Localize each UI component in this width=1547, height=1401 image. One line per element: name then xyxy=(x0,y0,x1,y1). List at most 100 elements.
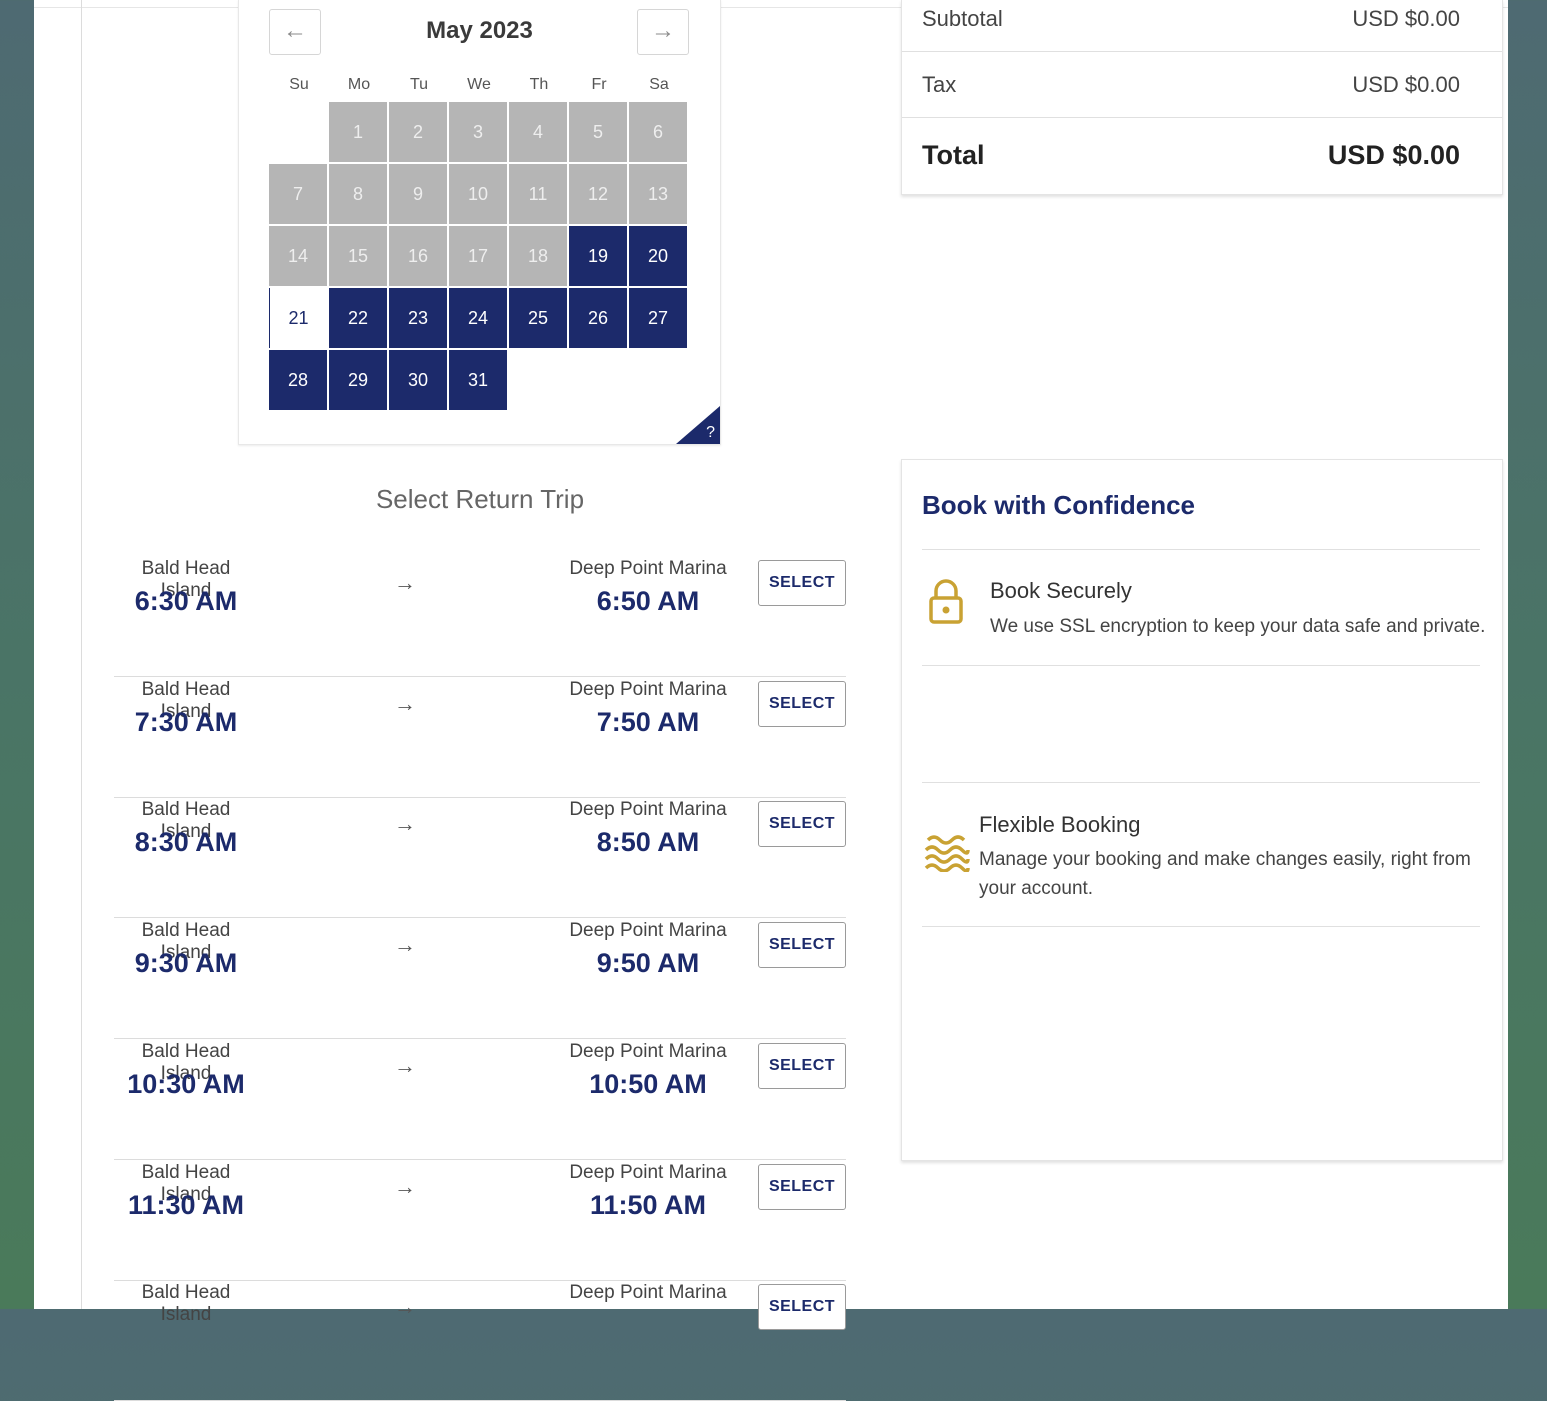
calendar-day[interactable]: 21 xyxy=(269,288,327,348)
arrival-time: 10:50 AM xyxy=(589,1068,707,1099)
arrival-time: 11:50 AM xyxy=(589,1189,707,1220)
calendar-day: 3 xyxy=(449,102,507,162)
calendar-day: 2 xyxy=(389,102,447,162)
weekday-header: Fr xyxy=(591,76,607,93)
next-month-button[interactable]: → xyxy=(637,9,689,55)
return-trip-title: Select Return Trip xyxy=(375,484,585,514)
departure-time: 9:30 AM xyxy=(134,948,238,979)
select-trip-button[interactable]: SELECT xyxy=(758,801,846,848)
weekday-header: Mo xyxy=(347,76,371,93)
calendar-day[interactable]: 29 xyxy=(329,350,387,410)
calendar-day[interactable]: 31 xyxy=(449,350,507,410)
weekday-header: Tu xyxy=(409,76,429,93)
subtotal-value: USD $0.00 xyxy=(1352,6,1460,31)
calendar-day[interactable]: 30 xyxy=(389,350,447,410)
tax-value: USD $0.00 xyxy=(1352,72,1460,97)
weekday-header: Su xyxy=(289,76,309,93)
calendar-day[interactable]: 25 xyxy=(509,288,567,348)
calendar-day: 1 xyxy=(329,102,387,162)
divider xyxy=(922,926,1480,927)
arrow-right-icon: → xyxy=(394,1294,416,1320)
calendar-day[interactable]: 23 xyxy=(389,288,447,348)
total-value: USD $0.00 xyxy=(1327,140,1460,170)
destination-name: Deep Point Marina xyxy=(569,1161,727,1183)
departure-time: 6:30 AM xyxy=(134,586,238,616)
trip-row: Bald Head Island 7:30 AM → Deep Point Marin… xyxy=(114,677,846,798)
select-trip-button[interactable]: SELECT xyxy=(758,680,846,727)
lock-icon xyxy=(926,578,966,631)
departure-time: 10:30 AM xyxy=(127,1068,245,1099)
weekday-header: Th xyxy=(529,76,549,93)
arrow-right-icon: → xyxy=(394,932,416,958)
calendar-day: 15 xyxy=(329,226,387,286)
calendar-day: 6 xyxy=(629,102,687,162)
departure-time: 11:30 AM xyxy=(127,1189,245,1220)
calendar-day: 14 xyxy=(269,226,327,286)
departure-time: 7:30 AM xyxy=(134,706,238,737)
calendar-day[interactable]: 22 xyxy=(329,288,387,348)
calendar-day: 9 xyxy=(389,164,447,224)
destination-name: Deep Point Marina xyxy=(569,558,727,579)
divider xyxy=(922,782,1480,783)
divider xyxy=(922,665,1480,666)
secure-description: We use SSL encryption to keep your data … xyxy=(990,616,1486,637)
select-trip-button[interactable]: SELECT xyxy=(758,1163,846,1210)
destination-name: Deep Point Marina xyxy=(569,1040,727,1062)
flexible-description: Manage your booking and make changes eas… xyxy=(979,849,1471,899)
divider xyxy=(922,549,1480,550)
calendar-day[interactable]: 28 xyxy=(269,350,327,410)
confidence-title: Book with Confidence xyxy=(922,490,1195,520)
origin-name: Bald Head Island xyxy=(141,1282,231,1326)
trip-row: Bald Head Island 6:30 AM → Deep Point Marin… xyxy=(114,556,846,677)
select-trip-button[interactable]: SELECT xyxy=(758,922,846,969)
trip-row: Bald Head Island 11:30 AM → Deep Point Mari… xyxy=(114,1160,846,1281)
divider xyxy=(902,51,1502,52)
calendar-day: 10 xyxy=(449,164,507,224)
weekday-header: We xyxy=(467,76,491,93)
trip-row: Bald Head Island → Deep Point Marina SELECT xyxy=(114,1280,846,1401)
destination-name: Deep Point Marina xyxy=(569,1282,727,1304)
calendar-day: 5 xyxy=(569,102,627,162)
destination-name: Deep Point Marina xyxy=(569,920,727,942)
calendar-day: 8 xyxy=(329,164,387,224)
arrow-right-icon: → xyxy=(651,17,675,44)
calendar-day: 4 xyxy=(509,102,567,162)
calendar-day[interactable]: 27 xyxy=(629,288,687,348)
tax-label: Tax xyxy=(922,72,957,97)
trip-row: Bald Head Island 10:30 AM → Deep Point Mari… xyxy=(114,1039,846,1160)
calendar-day: 16 xyxy=(389,226,447,286)
arrow-right-icon: → xyxy=(394,1052,416,1078)
arrow-right-icon: → xyxy=(394,1173,416,1199)
calendar-day[interactable]: 20 xyxy=(629,226,687,286)
trip-row: Bald Head Island 9:30 AM → Deep Point Marin… xyxy=(114,918,846,1040)
calendar-day[interactable]: 24 xyxy=(449,288,507,348)
book-with-confidence-card: Book with Confidence Book Securely We us… xyxy=(901,459,1503,1161)
date-picker-calendar: ← May 2023 → Su Mo Tu We Th Fr Sa 1 2 3 4 5 6 7 8 9 10 1… xyxy=(238,0,721,445)
calendar-day: 12 xyxy=(569,164,627,224)
help-button[interactable]: ? xyxy=(706,424,715,442)
destination-name: Deep Point Marina xyxy=(569,678,727,700)
arrow-right-icon: → xyxy=(394,811,416,837)
flexible-title: Flexible Booking xyxy=(979,812,1141,837)
select-trip-button[interactable]: SELECT xyxy=(758,1284,846,1331)
arrival-time: 7:50 AM xyxy=(596,706,700,737)
arrow-right-icon: → xyxy=(394,690,416,716)
total-label: Total xyxy=(922,140,985,170)
arrival-time: 9:50 AM xyxy=(596,948,700,979)
calendar-day: 11 xyxy=(509,164,567,224)
select-trip-button[interactable]: SELECT xyxy=(758,1042,846,1089)
calendar-day[interactable]: 19 xyxy=(569,226,627,286)
subtotal-label: Subtotal xyxy=(922,6,1003,31)
calendar-day: 13 xyxy=(629,164,687,224)
arrow-right-icon: → xyxy=(394,570,416,595)
arrival-time: 8:50 AM xyxy=(596,827,700,858)
calendar-day[interactable]: 26 xyxy=(569,288,627,348)
select-trip-button[interactable]: SELECT xyxy=(758,560,846,606)
order-summary: Subtotal USD $0.00 Tax USD $0.00 Total U… xyxy=(901,0,1503,195)
calendar-day: 18 xyxy=(509,226,567,286)
secure-title: Book Securely xyxy=(990,578,1132,603)
divider xyxy=(81,0,82,1309)
arrival-time: 6:50 AM xyxy=(596,586,700,616)
calendar-day: 7 xyxy=(269,164,327,224)
destination-name: Deep Point Marina xyxy=(569,799,727,821)
